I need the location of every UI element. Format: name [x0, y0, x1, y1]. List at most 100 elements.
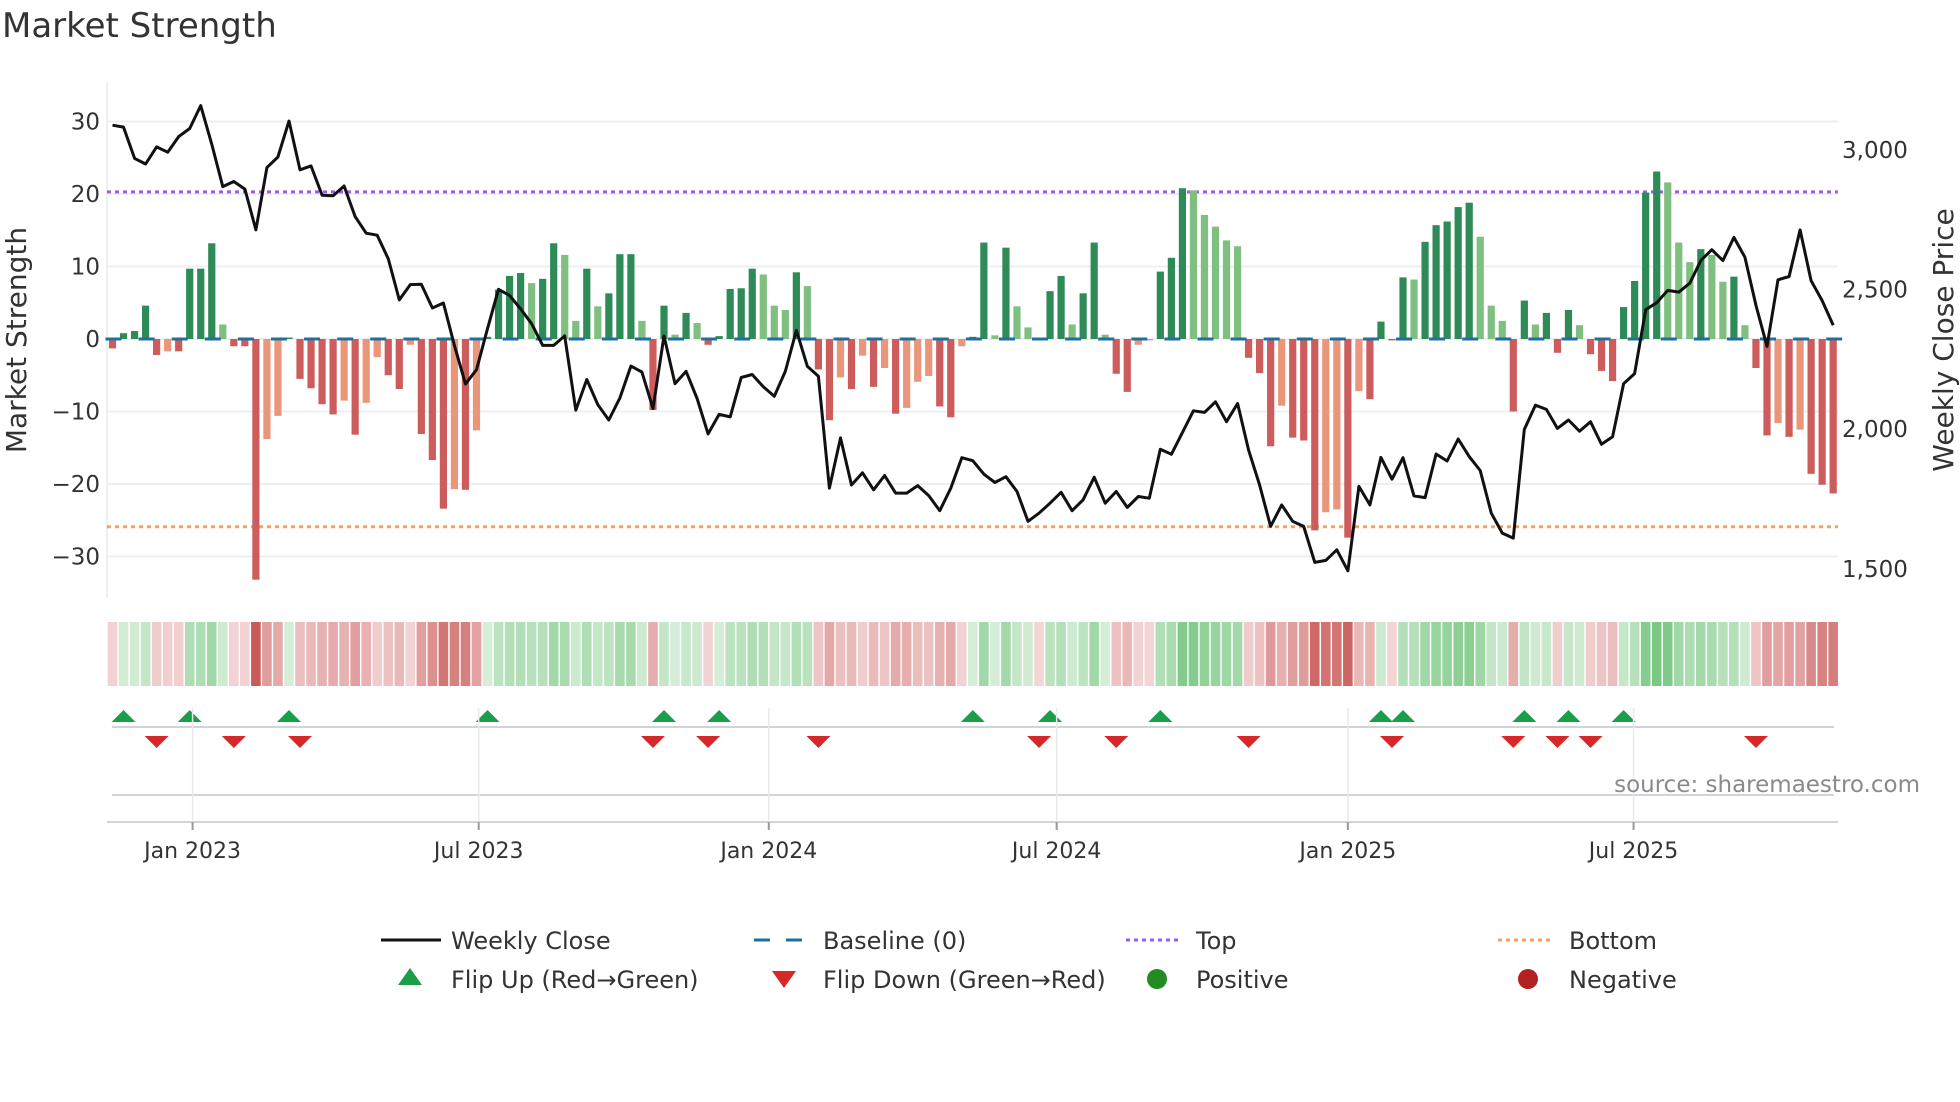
- strength-strip-cell: [1684, 622, 1695, 686]
- flip-up-marker: [1148, 710, 1173, 722]
- strength-bar: [1575, 325, 1584, 339]
- strength-strip-cell: [251, 622, 261, 686]
- strength-bar: [219, 324, 227, 339]
- strength-strip-cell: [548, 622, 559, 686]
- strength-strip-cell: [526, 622, 537, 686]
- y-tick-label: 0: [85, 327, 100, 353]
- strength-bar: [903, 339, 911, 408]
- strength-strip-cell: [1343, 622, 1353, 686]
- strength-bar: [539, 278, 547, 339]
- strength-bar: [340, 339, 348, 401]
- strength-strip-cell: [1607, 622, 1618, 686]
- strength-strip-cell: [284, 622, 294, 686]
- strength-bar: [1763, 339, 1771, 436]
- positive-dot-icon: [1147, 969, 1167, 989]
- strength-strip-cell: [1707, 622, 1717, 686]
- flip-up-marker: [1611, 710, 1636, 722]
- flip-up-marker: [1391, 710, 1416, 722]
- strength-strip-cell: [1056, 622, 1066, 686]
- strength-strip-cell: [901, 622, 912, 686]
- strength-strip-cell: [1696, 622, 1706, 686]
- strength-bar: [737, 288, 745, 339]
- strength-strip-cell: [1354, 622, 1364, 686]
- strength-strip-cell: [868, 622, 879, 686]
- strength-strip-cell: [1221, 622, 1232, 686]
- flip-up-marker: [960, 710, 985, 722]
- strength-bar: [803, 286, 811, 339]
- strength-strip-cell: [802, 622, 813, 686]
- strength-strip-cell: [1133, 622, 1144, 686]
- flip-up-marker: [177, 710, 202, 722]
- strength-bar: [1664, 182, 1672, 339]
- strength-bar: [1399, 277, 1407, 339]
- strength-strip-cell: [1740, 622, 1750, 686]
- strength-strip-cell: [979, 622, 989, 686]
- strength-strip-cell: [846, 622, 857, 686]
- flip-up-icon: [398, 968, 422, 985]
- flip-down-marker: [144, 736, 169, 748]
- strength-bar: [1322, 339, 1330, 513]
- strength-strip-cell: [1254, 622, 1265, 686]
- strength-bar: [1222, 240, 1231, 339]
- strength-bar: [1189, 190, 1198, 339]
- strength-strip-cell: [703, 622, 713, 686]
- strength-bar: [1167, 257, 1175, 339]
- flip-up-marker: [1512, 710, 1537, 722]
- strength-bar: [825, 339, 834, 421]
- strength-bar: [748, 268, 756, 339]
- strength-strip-cell: [1420, 622, 1430, 686]
- strength-strip-cell: [229, 622, 239, 686]
- strength-strip-cell: [240, 622, 250, 686]
- strength-bar: [1785, 339, 1793, 437]
- strength-bar: [1509, 339, 1517, 412]
- flip-down-marker: [640, 736, 665, 748]
- strength-strip-cell: [1640, 622, 1651, 686]
- strength-strip-cell: [471, 622, 482, 686]
- x-tick-label: Jan 2024: [718, 839, 817, 864]
- strength-strip-cell: [1618, 622, 1629, 686]
- strength-bar: [1289, 339, 1297, 438]
- strength-bar: [439, 339, 447, 509]
- strength-bar: [781, 310, 789, 339]
- strength-strip-cell: [968, 622, 978, 686]
- strength-strip-cell: [140, 622, 151, 686]
- strength-bar: [759, 274, 767, 339]
- strength-strip-cell: [626, 622, 636, 686]
- strength-strip-cell: [1012, 622, 1022, 686]
- strength-strip-cell: [890, 622, 901, 686]
- strength-strip-cell: [1596, 622, 1607, 686]
- strength-bar: [638, 320, 646, 339]
- x-tick-label: Jul 2024: [1010, 839, 1102, 864]
- strength-strip-cell: [1806, 622, 1816, 686]
- strength-strip-cell: [1409, 622, 1419, 686]
- strength-strip-cell: [1078, 622, 1088, 686]
- strength-strip-cell: [537, 622, 548, 686]
- strength-strip-cell: [1718, 622, 1728, 686]
- strength-strip-cell: [1475, 622, 1486, 686]
- strength-bar: [153, 339, 161, 355]
- flip-down-marker: [1743, 736, 1768, 748]
- strength-strip-cell: [1321, 622, 1331, 686]
- strength-strip-cell: [460, 622, 471, 686]
- strength-strip-cell: [1100, 622, 1110, 686]
- strength-strip-cell: [637, 622, 647, 686]
- strength-strip-cell: [394, 622, 405, 686]
- y-tick-label: −30: [51, 545, 100, 571]
- strength-bar: [1013, 306, 1021, 339]
- strength-strip-cell: [184, 622, 195, 686]
- strength-bar: [1112, 339, 1120, 374]
- strength-bar: [1068, 324, 1076, 339]
- strength-bar: [550, 243, 558, 339]
- strength-bar: [583, 268, 591, 339]
- strength-strip-cell: [1398, 622, 1408, 686]
- flip-down-marker: [806, 736, 831, 748]
- strength-bar: [428, 339, 436, 461]
- strength-strip-cell: [1210, 622, 1221, 686]
- strength-strip-cell: [1563, 622, 1574, 686]
- strength-bar: [1686, 262, 1694, 339]
- strength-strip-cell: [648, 622, 658, 686]
- flip-down-marker: [1379, 736, 1404, 748]
- flip-down-icon: [772, 971, 796, 988]
- y2-axis-label: Weekly Close Price: [1927, 208, 1960, 471]
- strength-bar: [1410, 279, 1418, 339]
